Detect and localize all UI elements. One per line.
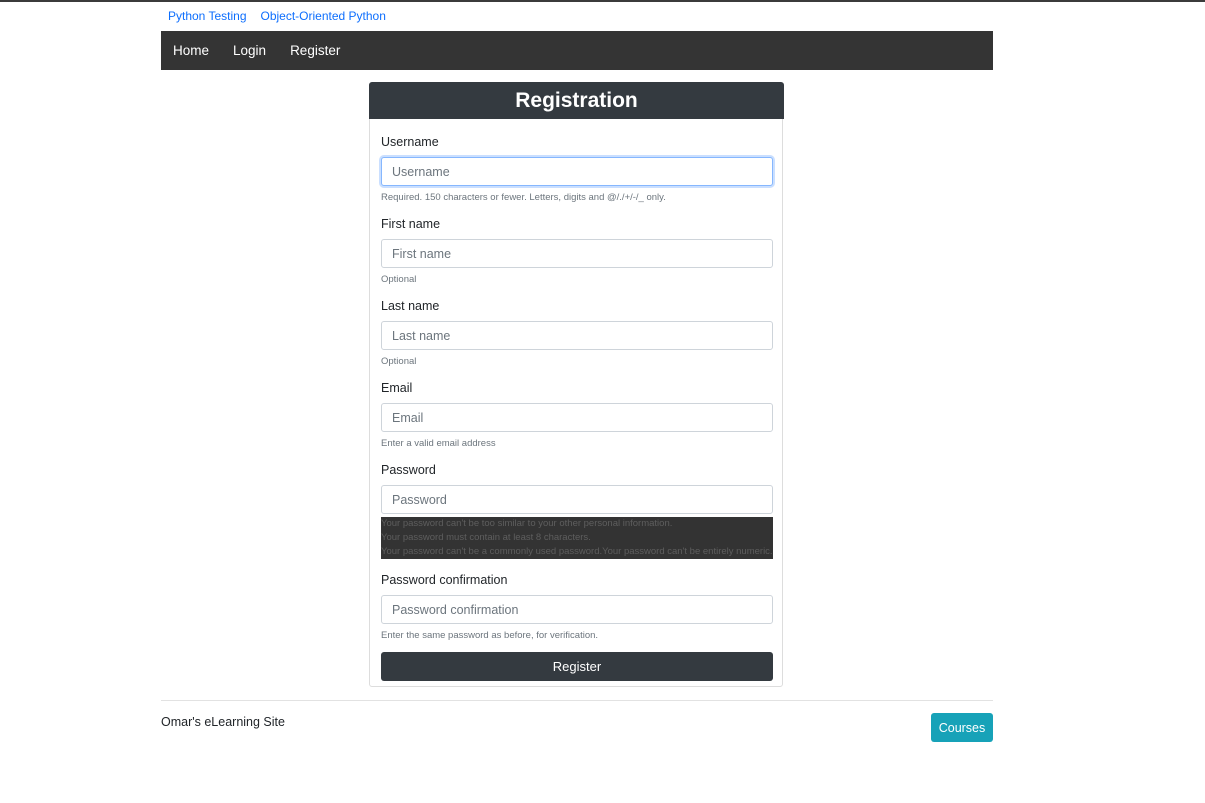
email-label: Email [381, 381, 413, 395]
password-confirmation-input[interactable] [381, 595, 773, 624]
email-group: Email Enter a valid email address [381, 379, 773, 450]
nav-register[interactable]: Register [290, 43, 340, 58]
username-label: Username [381, 135, 439, 149]
password-group: Password Your password can't be too simi… [381, 461, 773, 559]
last-name-group: Last name Optional [381, 297, 773, 368]
username-help: Required. 150 characters or fewer. Lette… [381, 192, 666, 203]
first-name-input[interactable] [381, 239, 773, 268]
link-object-oriented-python[interactable]: Object-Oriented Python [261, 9, 386, 23]
link-python-testing[interactable]: Python Testing [168, 9, 247, 23]
password-label: Password [381, 463, 436, 477]
password-confirmation-group: Password confirmation Enter the same pas… [381, 571, 773, 642]
last-name-input[interactable] [381, 321, 773, 350]
footer-divider [161, 700, 993, 701]
last-name-label: Last name [381, 299, 440, 313]
password-input[interactable] [381, 485, 773, 514]
form-title: Registration [515, 88, 638, 112]
last-name-help: Optional [381, 356, 417, 367]
navbar: Home Login Register [161, 31, 993, 70]
password-help-line: Your password can't be too similar to yo… [381, 518, 673, 529]
card-header: Registration [369, 82, 784, 119]
first-name-label: First name [381, 217, 441, 231]
password-help-line: Your password can't be a commonly used p… [381, 546, 773, 557]
registration-card: Registration Username Required. 150 char… [369, 82, 784, 687]
top-rule [0, 0, 1205, 2]
password-confirmation-label: Password confirmation [381, 573, 508, 587]
footer-site-name: Omar's eLearning Site [161, 715, 285, 729]
top-links: Python Testing Object-Oriented Python [168, 9, 386, 23]
username-input[interactable] [381, 157, 773, 186]
username-group: Username Required. 150 characters or few… [381, 133, 773, 204]
register-submit-button[interactable]: Register [381, 652, 773, 681]
password-help-line: Your password must contain at least 8 ch… [381, 532, 591, 543]
nav-login[interactable]: Login [233, 43, 266, 58]
password-confirmation-help: Enter the same password as before, for v… [381, 630, 599, 641]
password-help: Your password can't be too similar to yo… [381, 517, 773, 559]
first-name-group: First name Optional [381, 215, 773, 286]
nav-home[interactable]: Home [173, 43, 209, 58]
email-help: Enter a valid email address [381, 438, 496, 449]
first-name-help: Optional [381, 274, 417, 285]
email-input[interactable] [381, 403, 773, 432]
courses-button[interactable]: Courses [931, 713, 993, 742]
